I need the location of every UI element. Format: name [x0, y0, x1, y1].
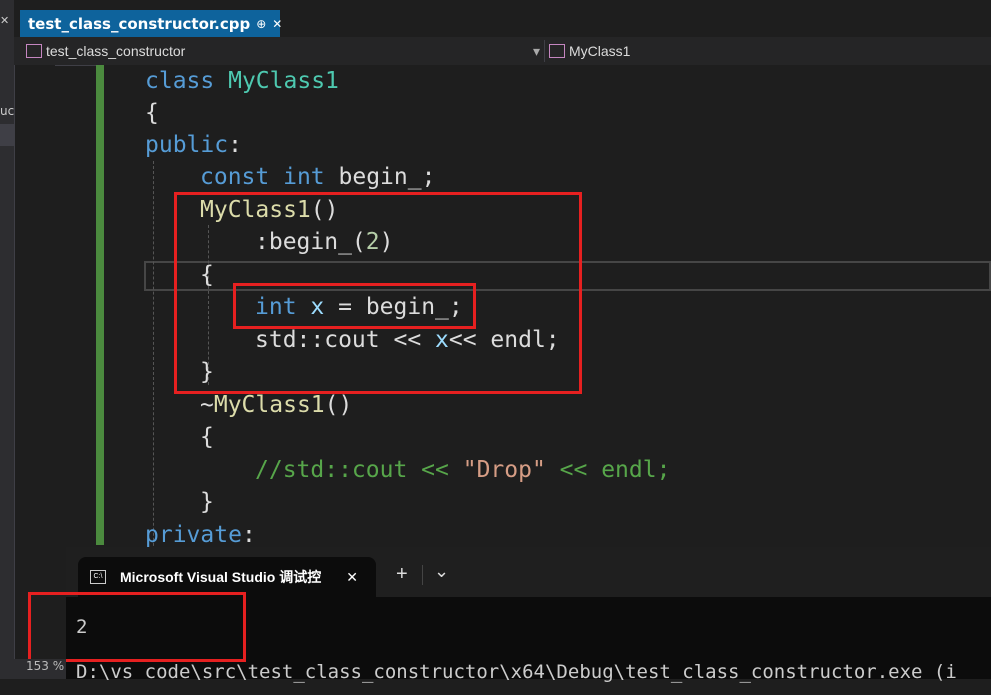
project-name: test_class_constructor [46, 43, 186, 59]
console-icon: C:\ [90, 570, 106, 584]
change-tracking-bar [96, 65, 104, 545]
code-line: class MyClass1 [145, 68, 339, 94]
int-x-highlight-box [233, 283, 476, 329]
project-dropdown[interactable]: test_class_constructor ▾ [26, 40, 540, 62]
console-tab-title: Microsoft Visual Studio 调试控 [120, 569, 322, 585]
indent-guide [153, 161, 154, 547]
panel-label: uc [0, 104, 15, 118]
panel-close-icon[interactable]: ✕ [0, 14, 9, 27]
scope-name: MyClass1 [569, 43, 631, 59]
chevron-down-icon[interactable]: ⌄ [434, 561, 449, 582]
code-line: } [200, 489, 214, 515]
tab-label: test_class_constructor.cpp [28, 14, 251, 33]
panel-selection [0, 124, 14, 146]
tab-divider [422, 565, 423, 585]
code-line: private: [145, 522, 256, 547]
class-icon [549, 44, 565, 58]
code-line: const int begin_; [200, 164, 436, 190]
left-tool-panel: ✕ uc [0, 0, 15, 679]
close-icon[interactable]: ✕ [272, 17, 282, 31]
zoom-level[interactable]: 153 % [0, 659, 66, 679]
tab-test-class-constructor[interactable]: test_class_constructor.cpp ⊕ ✕ [20, 10, 282, 37]
code-editor[interactable]: class MyClass1 { public: const int begin… [104, 65, 991, 547]
new-tab-icon[interactable]: + [396, 563, 408, 586]
console-tab[interactable]: C:\ Microsoft Visual Studio 调试控 ✕ [78, 557, 376, 597]
class-icon [26, 44, 42, 58]
navigation-bar: test_class_constructor ▾ MyClass1 [14, 37, 991, 66]
code-line: { [145, 100, 159, 126]
pin-icon[interactable]: ⊕ [256, 17, 266, 31]
output-highlight-box [28, 592, 246, 662]
code-line: { [200, 424, 214, 450]
debug-console-window[interactable]: C:\ Microsoft Visual Studio 调试控 ✕ + ⌄ 2D… [28, 547, 991, 683]
code-line: public: [145, 132, 242, 158]
scope-dropdown[interactable]: MyClass1 [544, 40, 989, 62]
line-number-gutter [15, 65, 55, 665]
close-icon[interactable]: ✕ [346, 569, 358, 586]
code-line: //std::cout << "Drop" << endl; [255, 457, 671, 483]
chevron-down-icon: ▾ [532, 42, 540, 59]
